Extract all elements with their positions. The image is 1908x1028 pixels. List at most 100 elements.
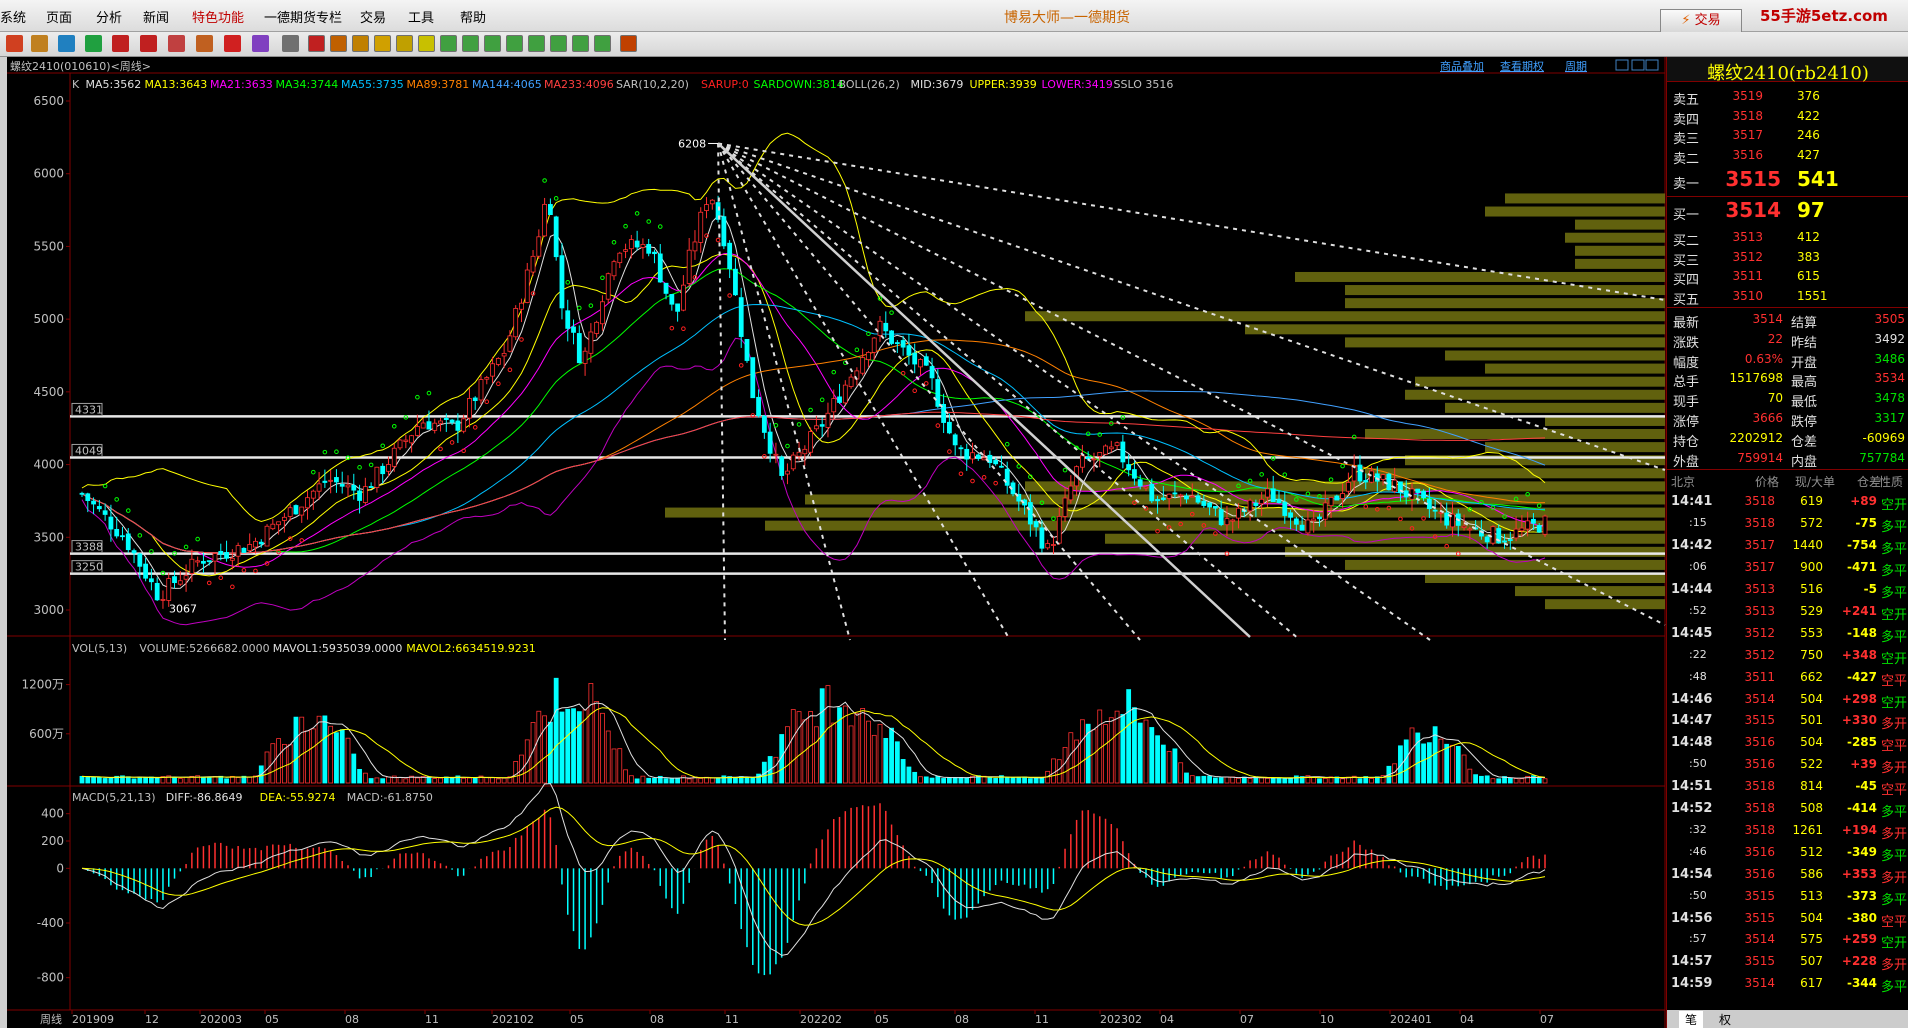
bid-row-3[interactable]: 买五 3510 1551 (1667, 287, 1908, 308)
chart-top-link-0[interactable]: 商品叠加 (1440, 59, 1484, 73)
ask-vol-2: 246 (1797, 128, 1820, 142)
tick-row-20[interactable]: :57 3514 575 +259 空开 (1667, 929, 1908, 951)
volume-profile-bar-17 (1415, 376, 1665, 387)
candle-body-50 (368, 486, 374, 488)
volume-bar-164 (1027, 778, 1033, 784)
candle-body-148 (935, 379, 941, 407)
stat-row-5: 涨停 3666 跌停 3317 (1667, 409, 1908, 430)
bid-row-0[interactable]: 买二 3513 412 (1667, 228, 1908, 249)
level-label-3: 3250 (75, 561, 103, 574)
volume-bar-235 (1438, 738, 1444, 784)
candle-body-78 (530, 255, 536, 273)
sar-dot-110 (715, 237, 721, 243)
volume-bar-122 (785, 726, 790, 784)
volume-bar-181 (1126, 689, 1132, 784)
candle-body-205 (1265, 488, 1270, 498)
candle-body-89 (594, 321, 600, 334)
stat-value-a-4: 70 (1767, 391, 1783, 406)
tick-row-17[interactable]: 14:54 3516 586 +353 多开 (1667, 864, 1908, 886)
stat-value-a-7: 759914 (1737, 450, 1783, 465)
volume-bar-41 (316, 715, 322, 784)
chart-area[interactable]: 螺纹2410(010610)<周线> 商品叠加 查看期权 周期K MA5:3562 MA1… (0, 0, 1666, 1028)
tick-price-10: 3515 (1744, 713, 1775, 728)
candle-body-20 (195, 560, 201, 563)
volume-bar-82 (553, 677, 559, 784)
ask-row-3[interactable]: 卖二 3516 427 (1667, 146, 1908, 167)
candle-body-158 (993, 460, 999, 465)
bid-price-1: 3512 (1732, 249, 1763, 264)
volume-bar-251 (1531, 775, 1536, 784)
tick-time-8: :48 (1689, 669, 1707, 683)
volume-bar-37 (293, 716, 299, 784)
ask1-row[interactable]: 卖一 3515 541 (1667, 167, 1908, 193)
volume-bar-194 (1201, 775, 1207, 784)
trade-button[interactable]: ⚡ 交易 (1660, 9, 1742, 33)
volume-profile-bar-31 (1505, 193, 1665, 204)
volume-bar-192 (1189, 775, 1195, 784)
bid-row-2[interactable]: 买四 3511 615 (1667, 267, 1908, 288)
sar-dot-82 (553, 196, 559, 201)
stat-value-b-2: 3486 (1874, 351, 1905, 366)
candle-body-231 (1415, 488, 1421, 493)
candle-body-70 (484, 377, 490, 380)
vol-axis-tick-1: 600万 (29, 727, 64, 741)
chart-top-link-2[interactable]: 周期 (1565, 60, 1587, 73)
ask-vol-3: 427 (1797, 147, 1820, 162)
candle-body-159 (999, 465, 1004, 468)
volume-bar-61 (432, 778, 438, 784)
stat-value-a-2: 0.63% (1744, 351, 1783, 366)
tick-row-22[interactable]: 14:59 3514 617 -344 多平 (1667, 973, 1908, 995)
bid-row-1[interactable]: 买三 3512 383 (1667, 248, 1908, 269)
chart-top-link-1[interactable]: 查看期权 (1500, 59, 1544, 73)
stat-row-6: 持仓 2202912 仓差 -60969 (1667, 429, 1908, 450)
tick-row-18[interactable]: :50 3515 513 -373 多平 (1667, 886, 1908, 908)
sar-dot-148 (935, 423, 941, 428)
tick-vol-11: 504 (1800, 735, 1823, 750)
tick-row-16[interactable]: :46 3516 512 -349 多平 (1667, 842, 1908, 864)
tick-row-4[interactable]: 14:44 3513 516 -5 多平 (1667, 579, 1908, 601)
tick-price-15: 3518 (1744, 822, 1775, 837)
volume-bar-129 (825, 685, 831, 784)
candle-body-93 (617, 252, 623, 264)
sar-dot-52 (380, 443, 385, 449)
tick-row-6[interactable]: 14:45 3512 553 -148 多平 (1667, 623, 1908, 645)
candle-body-125 (802, 448, 808, 455)
candle-body-215 (1322, 502, 1328, 520)
bid-vol-2: 615 (1797, 269, 1820, 283)
tick-row-8[interactable]: :48 3511 662 -427 空平 (1667, 667, 1908, 689)
ask-vol-1: 422 (1797, 108, 1820, 123)
tick-row-13[interactable]: 14:51 3518 814 -45 空平 (1667, 776, 1908, 798)
tick-row-19[interactable]: 14:56 3515 504 -380 空平 (1667, 908, 1908, 930)
tick-row-1[interactable]: :15 3518 572 -75 多平 (1667, 513, 1908, 535)
tick-row-15[interactable]: :32 3518 1261 +194 多开 (1667, 820, 1908, 842)
candle-body-109 (709, 199, 715, 205)
ask-row-0[interactable]: 卖五 3519 376 (1667, 87, 1908, 108)
tick-row-0[interactable]: 14:41 3518 619 +89 空开 (1667, 491, 1908, 513)
tick-row-12[interactable]: :50 3516 522 +39 多开 (1667, 754, 1908, 776)
volume-bar-231 (1415, 732, 1421, 784)
tick-row-10[interactable]: 14:47 3515 501 +330 多开 (1667, 710, 1908, 732)
tick-row-21[interactable]: 14:57 3515 507 +228 多开 (1667, 951, 1908, 973)
tick-row-5[interactable]: :52 3513 529 +241 空开 (1667, 601, 1908, 623)
ma-line-5 (81, 215, 1546, 589)
candle-body-202 (1247, 499, 1253, 512)
tick-row-7[interactable]: :22 3512 750 +348 空开 (1667, 645, 1908, 667)
tick-row-9[interactable]: 14:46 3514 504 +298 空开 (1667, 689, 1908, 711)
volume-bar-178 (1108, 717, 1114, 784)
indicator-label-14: UPPER:3939 (970, 78, 1037, 91)
tick-row-14[interactable]: 14:52 3518 508 -414 多平 (1667, 798, 1908, 820)
ask-row-1[interactable]: 卖四 3518 422 (1667, 107, 1908, 128)
ask-row-2[interactable]: 卖三 3517 246 (1667, 126, 1908, 147)
volume-bar-158 (993, 777, 999, 784)
tick-row-11[interactable]: 14:48 3516 504 -285 空平 (1667, 732, 1908, 754)
tick-row-2[interactable]: 14:42 3517 1440 -754 多平 (1667, 535, 1908, 557)
tick-time-15: :32 (1689, 822, 1707, 836)
quote-tab-0[interactable]: 笔 (1679, 1011, 1704, 1028)
sar-dot-94 (623, 223, 628, 229)
sar-dot-20 (195, 536, 200, 542)
volume-bar-171 (1068, 732, 1074, 784)
stat-value-a-3: 1517698 (1729, 371, 1783, 386)
tick-row-3[interactable]: :06 3517 900 -471 多平 (1667, 557, 1908, 579)
bid1-row[interactable]: 买一 3514 97 (1667, 198, 1908, 224)
quote-tab-1[interactable]: 权 (1713, 1011, 1737, 1028)
